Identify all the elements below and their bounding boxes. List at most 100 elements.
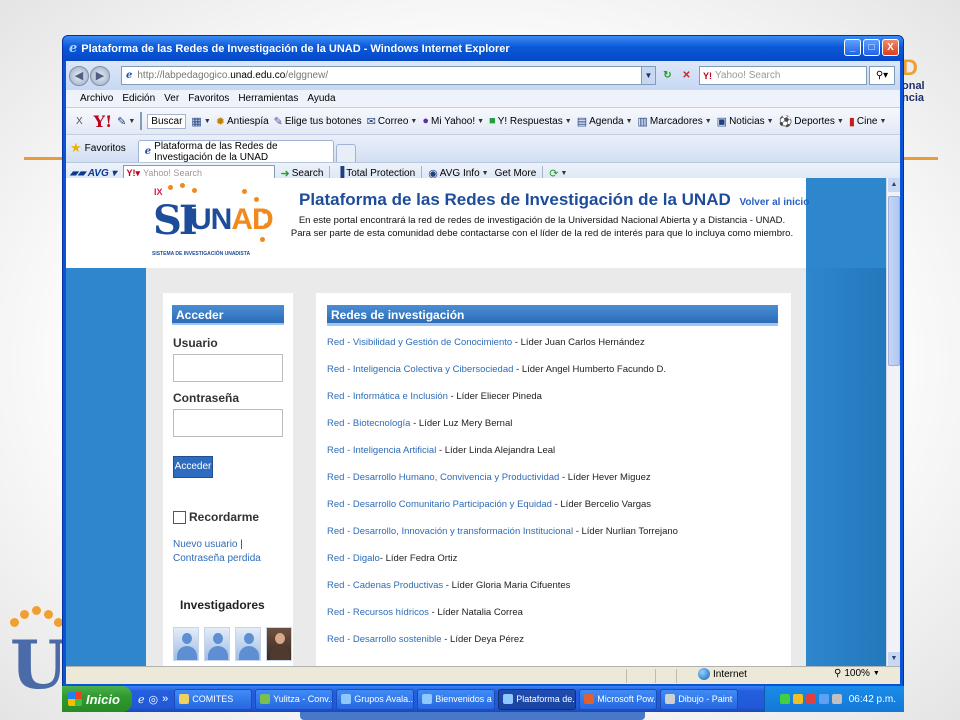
list-item: Red - Visibilidad y Gestión de Conocimie… — [327, 337, 645, 348]
scroll-down-icon[interactable]: ▼ — [888, 652, 900, 666]
list-item: Red - Inteligencia Colectiva y Cibersoci… — [327, 364, 667, 375]
desktop-quicklaunch-icon[interactable]: ◎ — [149, 693, 159, 706]
toolbar-elige-botones[interactable]: ✎ Elige tus botones — [274, 115, 362, 128]
recordarme-checkbox[interactable] — [173, 511, 186, 524]
pencil-icon[interactable]: ✎ ▼ — [117, 115, 135, 128]
contrasena-perdida-link[interactable]: Contraseña perdida — [173, 553, 261, 564]
toolbar-respuestas[interactable]: ■ Y! Respuestas ▼ — [489, 115, 572, 127]
siunad-logo[interactable]: IX SI UNAD SISTEMA DE INVESTIGACIÓN UNAD… — [150, 183, 282, 265]
toolbar-mi-yahoo[interactable]: ● Mi Yahoo! ▼ — [422, 115, 484, 127]
taskbar-button[interactable]: Bienvenidos a ... — [417, 688, 496, 710]
refresh-icon[interactable]: ↻ — [660, 68, 675, 83]
yahoo-search-input[interactable]: Y! Yahoo! Search — [699, 66, 867, 85]
toolbar-agenda[interactable]: ▤ Agenda ▼ — [577, 115, 633, 128]
taskbar-button[interactable]: Microsoft Pow... — [579, 688, 658, 710]
menu-archivo[interactable]: Archivo — [80, 93, 113, 104]
scroll-up-icon[interactable]: ▲ — [888, 178, 900, 192]
quicklaunch-more-icon[interactable]: » — [162, 693, 168, 706]
menu-herramientas[interactable]: Herramientas — [238, 93, 298, 104]
list-item: Red - Inteligencia Artificial - Líder Li… — [327, 445, 556, 456]
close-button[interactable]: X — [882, 39, 899, 56]
window-titlebar[interactable]: e Plataforma de las Redes de Investigaci… — [63, 36, 903, 61]
volver-al-inicio-link[interactable]: Volver al inicio — [739, 197, 809, 208]
acceder-button[interactable]: Acceder — [173, 456, 213, 478]
stop-icon[interactable]: ✕ — [679, 68, 694, 83]
start-button[interactable]: Inicio — [62, 686, 132, 712]
maximize-button[interactable]: □ — [863, 39, 880, 56]
list-item: Red - Desarrollo Comunitario Participaci… — [327, 499, 652, 510]
tray-icon[interactable] — [818, 694, 829, 704]
tray-icon[interactable] — [779, 694, 790, 704]
red-link[interactable]: Red - Digalo — [327, 553, 380, 564]
address-dropdown-icon[interactable]: ▼ — [641, 67, 655, 84]
red-link[interactable]: Red - Informática e Inclusión — [327, 391, 448, 402]
red-link[interactable]: Red - Inteligencia Colectiva y Cibersoci… — [327, 364, 513, 375]
tab-plataforma[interactable]: e Plataforma de las Redes de Investigaci… — [137, 140, 334, 163]
toolbar-noticias[interactable]: ▣ Noticias ▼ — [717, 115, 774, 128]
yahoo-logo-icon[interactable]: Y! — [94, 112, 112, 131]
red-link[interactable]: Red - Biotecnología — [327, 418, 410, 429]
yahoo-toolbar-search-input[interactable] — [140, 112, 143, 130]
menu-favoritos[interactable]: Favoritos — [188, 93, 229, 104]
toolbar-deportes[interactable]: ⚽ Deportes ▼ — [779, 115, 844, 128]
taskbar-button[interactable]: Yulitza - Conv... — [255, 688, 334, 710]
search-go-icon[interactable]: ⚲▾ — [869, 66, 895, 85]
yahoo-icon: Y!▾ — [126, 167, 141, 178]
back-button[interactable]: ◀ — [69, 65, 89, 86]
page-title: Plataforma de las Redes de Investigación… — [299, 190, 810, 209]
red-link[interactable]: Red - Inteligencia Artificial — [327, 445, 436, 456]
page-description: En este portal encontrará la red de rede… — [290, 215, 794, 239]
red-link[interactable]: Red - Desarrollo sostenible — [327, 634, 442, 645]
recordarme-label: Recordarme — [189, 510, 260, 524]
ie-quicklaunch-icon[interactable]: ℯ — [138, 693, 145, 706]
contrasena-input[interactable] — [173, 409, 283, 437]
site-header: IX SI UNAD SISTEMA DE INVESTIGACIÓN UNAD… — [66, 178, 810, 268]
clock[interactable]: 06:42 p.m. — [849, 694, 896, 705]
red-link[interactable]: Red - Desarrollo Humano, Convivencia y P… — [327, 472, 559, 483]
windows-taskbar: Inicio ℯ ◎ » COMITES Yulitza - Conv... G… — [62, 686, 904, 712]
taskbar-button[interactable]: COMITES — [174, 688, 253, 710]
system-tray: 06:42 p.m. — [764, 686, 904, 712]
red-link[interactable]: Red - Recursos hídricos — [327, 607, 429, 618]
tray-icon[interactable] — [831, 694, 842, 704]
tray-icon[interactable] — [792, 694, 803, 704]
taskbar-button[interactable]: Plataforma de... — [498, 688, 577, 710]
minimize-button[interactable]: _ — [844, 39, 861, 56]
avatar[interactable] — [266, 627, 292, 661]
zoom-control[interactable]: ⚲ 100% ▼ — [834, 668, 880, 679]
toolbar-antiespia[interactable]: ✹ Antiespía — [216, 115, 269, 128]
favoritos-button[interactable]: ★ Favoritos — [70, 137, 126, 159]
address-input[interactable]: e http://labpedagogico. unad.edu.co/elggn… — [121, 66, 656, 85]
toolbar-correo[interactable]: ✉ Correo ▼ — [367, 115, 418, 128]
page-right-margin — [806, 268, 886, 666]
yahoo-toolbar: X Y! ✎ ▼ Buscar ▦ ▼ ✹ Antiespía ✎ Elige tus … — [66, 108, 900, 135]
buscar-button[interactable]: Buscar — [147, 113, 187, 129]
avg-logo[interactable]: ▰▰ AVG ▾ — [70, 168, 117, 179]
toolbar-close-icon[interactable]: X — [76, 116, 83, 127]
avatar[interactable] — [204, 627, 230, 661]
avatar[interactable] — [173, 627, 199, 661]
toolbar-marcadores[interactable]: ▥ Marcadores ▼ — [638, 115, 712, 128]
usuario-input[interactable] — [173, 354, 283, 382]
red-link[interactable]: Red - Desarrollo, Innovación y transform… — [327, 526, 573, 537]
layout-icon[interactable]: ▦ ▼ — [191, 115, 210, 128]
new-tab-button[interactable] — [335, 144, 356, 162]
vertical-scrollbar[interactable]: ▲ ▼ — [886, 178, 900, 666]
menu-ayuda[interactable]: Ayuda — [307, 93, 335, 104]
forward-button[interactable]: ▶ — [90, 65, 110, 86]
red-link[interactable]: Red - Cadenas Productivas — [327, 580, 443, 591]
avatar[interactable] — [235, 627, 261, 661]
red-link[interactable]: Red - Visibilidad y Gestión de Conocimie… — [327, 337, 512, 348]
menu-ver[interactable]: Ver — [164, 93, 179, 104]
get-more-button[interactable]: Get More — [495, 168, 537, 179]
toolbar-cine[interactable]: ▮ Cine ▼ — [849, 115, 887, 128]
red-link[interactable]: Red - Desarrollo Comunitario Participaci… — [327, 499, 552, 510]
scroll-thumb[interactable] — [888, 196, 900, 366]
contrasena-label: Contraseña — [173, 391, 240, 405]
tray-icon[interactable] — [805, 694, 816, 704]
taskbar-button[interactable]: Grupos Avala... — [336, 688, 415, 710]
taskbar-button[interactable]: Dibujo - Paint — [660, 688, 739, 710]
window-title: Plataforma de las Redes de Investigación… — [81, 42, 510, 55]
menu-edicion[interactable]: Edición — [122, 93, 155, 104]
nuevo-usuario-link[interactable]: Nuevo usuario — [173, 539, 237, 550]
